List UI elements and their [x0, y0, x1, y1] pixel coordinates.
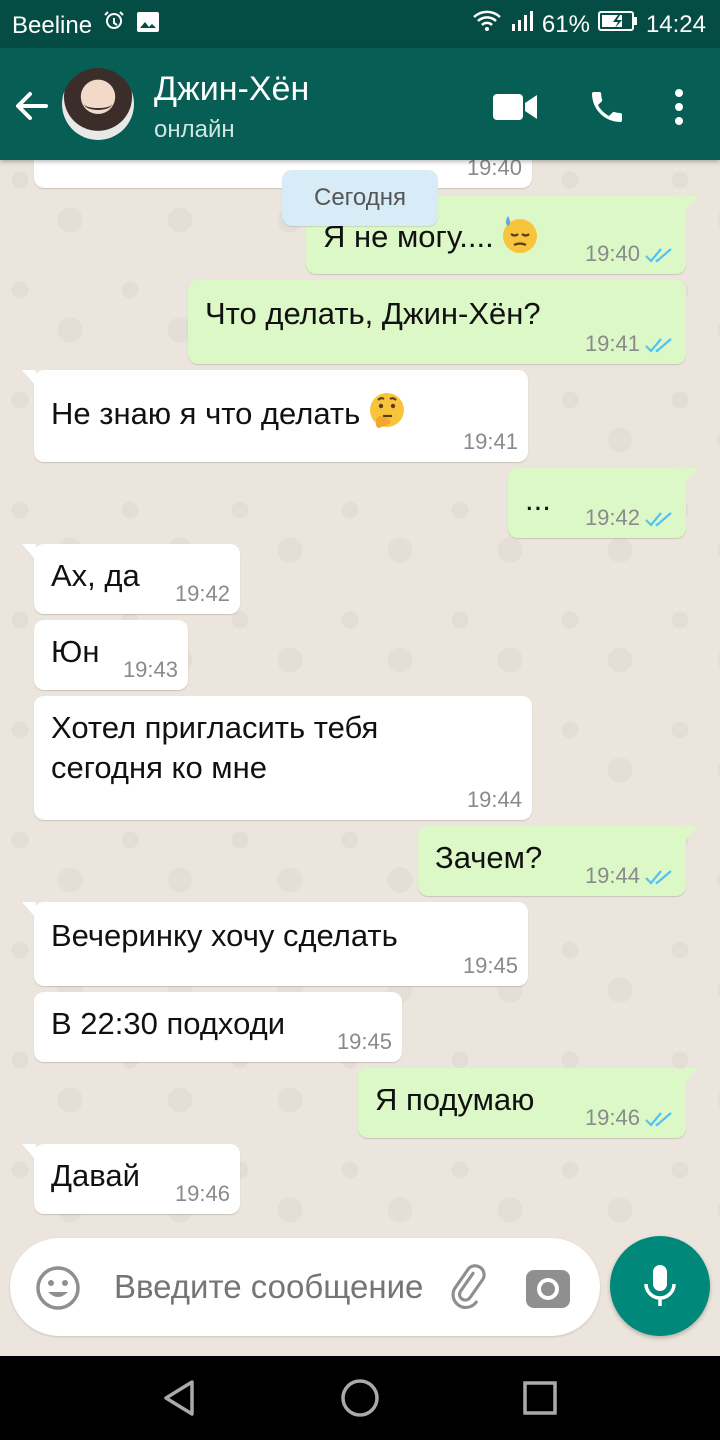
back-arrow-icon[interactable] — [10, 84, 54, 128]
emoji-icon[interactable] — [34, 1264, 82, 1312]
message-time: 19:40 — [466, 160, 522, 180]
wifi-icon — [472, 10, 502, 39]
message-incoming[interactable]: Давай 19:46 — [22, 1144, 240, 1214]
message-text: Я подумаю — [375, 1082, 535, 1117]
message-time: 19:40 — [584, 241, 640, 266]
message-time: 19:46 — [584, 1105, 640, 1130]
message-text: В 22:30 подходи — [51, 1006, 286, 1041]
message-incoming[interactable]: Не знаю я что делать 19:41 — [22, 370, 528, 462]
read-ticks-icon — [645, 248, 672, 263]
message-text: Ах, да — [51, 558, 140, 593]
message-incoming[interactable]: В 22:30 подходи 19:45 — [34, 992, 402, 1062]
message-time: 19:43 — [122, 657, 178, 682]
message-time: 19:41 — [462, 429, 518, 454]
message-time: 19:45 — [336, 1029, 392, 1054]
date-chip: Сегодня — [282, 170, 438, 226]
status-bar: Beeline 61% 14:24 — [0, 0, 720, 48]
avatar[interactable] — [62, 68, 134, 140]
message-text: Давай — [51, 1158, 140, 1193]
read-ticks-icon — [645, 1112, 672, 1127]
camera-icon[interactable] — [524, 1264, 572, 1312]
home-circle-icon[interactable] — [336, 1374, 384, 1422]
more-vert-icon[interactable] — [656, 82, 702, 132]
message-text-line-2: сегодня ко мне — [51, 750, 267, 785]
message-time: 19:44 — [466, 787, 522, 812]
message-composer — [10, 1238, 600, 1336]
message-incoming[interactable]: Хотел пригласить тебя сегодня ко мне 19:… — [34, 696, 532, 820]
carrier-name: Beeline — [12, 11, 93, 39]
contact-status: онлайн — [154, 116, 235, 143]
message-time: 19:42 — [174, 581, 230, 606]
message-outgoing[interactable]: Что делать, Джин-Хён? 19:41 — [188, 280, 686, 364]
chat-header: Джин-Хён онлайн — [0, 48, 720, 160]
message-text-line-1: Хотел пригласить тебя — [51, 710, 379, 745]
message-input[interactable] — [114, 1262, 454, 1312]
chat-area[interactable]: 19:40 Сегодня Я не могу.... 19:40 Что де… — [0, 160, 720, 1236]
message-incoming[interactable]: Вечеринку хочу сделать 19:45 — [22, 902, 528, 986]
message-text: Вечеринку хочу сделать — [51, 918, 398, 953]
thinking-face-emoji-icon — [366, 390, 408, 442]
message-incoming[interactable]: Ах, да 19:42 — [22, 544, 240, 614]
battery-icon — [597, 10, 638, 39]
mic-icon[interactable] — [610, 1236, 710, 1336]
downcast-sweat-emoji-icon — [500, 214, 540, 264]
message-time: 19:41 — [584, 331, 640, 356]
read-ticks-icon — [645, 512, 672, 527]
message-text: Зачем? — [435, 840, 543, 875]
message-time: 19:44 — [584, 863, 640, 888]
recents-square-icon[interactable] — [516, 1374, 564, 1422]
battery-percent: 61% — [541, 10, 590, 38]
image-icon — [136, 11, 160, 40]
message-text: Что делать, Джин-Хён? — [205, 296, 541, 331]
clock: 14:24 — [645, 10, 706, 38]
contact-name[interactable]: Джин-Хён — [154, 70, 309, 109]
system-nav-bar — [0, 1356, 720, 1440]
signal-icon — [510, 10, 534, 39]
message-time: 19:45 — [462, 953, 518, 978]
alarm-icon — [102, 10, 126, 41]
back-triangle-icon[interactable] — [156, 1374, 204, 1422]
message-time: 19:46 — [174, 1181, 230, 1206]
message-text: Юн — [51, 634, 100, 669]
message-text: ... — [525, 482, 551, 517]
message-incoming[interactable]: Юн 19:43 — [34, 620, 188, 690]
message-time: 19:42 — [584, 505, 640, 530]
read-ticks-icon — [645, 870, 672, 885]
video-call-icon[interactable] — [490, 82, 540, 132]
message-outgoing[interactable]: Я подумаю 19:46 — [358, 1068, 698, 1138]
message-outgoing[interactable]: Зачем? 19:44 — [418, 826, 698, 896]
read-ticks-icon — [645, 338, 672, 353]
phone-call-icon[interactable] — [582, 82, 632, 132]
message-outgoing[interactable]: ... 19:42 — [508, 468, 698, 538]
attach-icon[interactable] — [442, 1262, 492, 1312]
message-text: Не знаю я что делать — [51, 396, 361, 432]
